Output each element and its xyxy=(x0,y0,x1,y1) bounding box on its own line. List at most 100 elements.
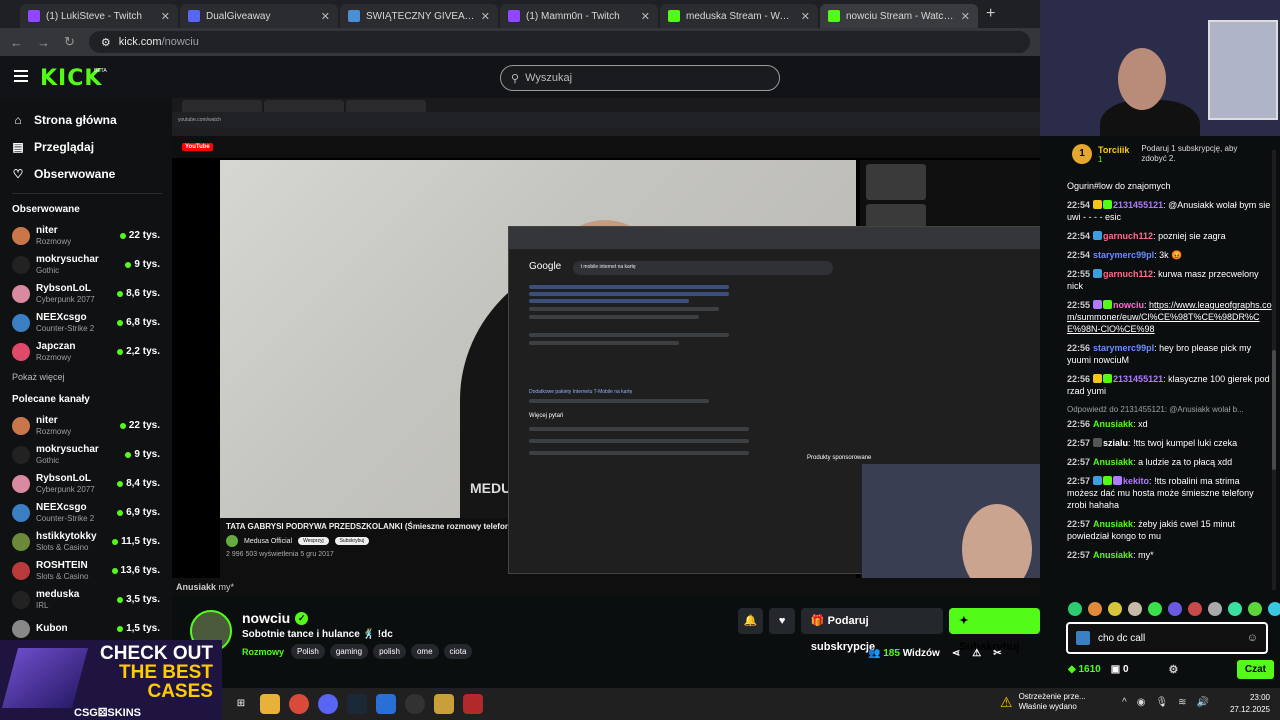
search-input[interactable]: ⚲ Wyszukaj xyxy=(500,65,780,91)
browser-tab[interactable]: (1) LukiSteve - Twitch ✕ xyxy=(20,4,178,28)
wifi-icon[interactable]: ≋ xyxy=(1178,697,1186,708)
channel-row[interactable]: ROSHTEIN Slots & Casino 13,6 tys. xyxy=(12,556,160,585)
channel-row[interactable]: niter Rozmowy 22 tys. xyxy=(12,411,160,440)
stream-tag[interactable]: ome xyxy=(410,644,439,659)
sidebar-nav-item[interactable]: ▤ Przeglądaj xyxy=(12,133,172,160)
follow-heart-button[interactable]: ♥ xyxy=(769,608,795,634)
close-tab-icon[interactable]: ✕ xyxy=(481,10,490,23)
video-player[interactable]: youtube.com/watch YouTube MEDUSA TATA GA… xyxy=(172,98,1040,596)
message-username[interactable]: Anusiakk xyxy=(1093,457,1133,467)
message-username[interactable]: 2131455121 xyxy=(1113,200,1163,210)
message-username[interactable]: starymerc99pl xyxy=(1093,343,1154,353)
channel-row[interactable]: hstikkytokky Slots & Casino 11,5 tys. xyxy=(12,527,160,556)
emote-icon[interactable] xyxy=(1168,602,1182,616)
message-username[interactable]: garnuch112 xyxy=(1103,231,1153,241)
channel-row[interactable]: RybsonLoL Cyberpunk 2077 8,6 tys. xyxy=(12,279,160,308)
sidebar-nav-item[interactable]: ⌂ Strona główna xyxy=(12,106,172,133)
emote-icon[interactable] xyxy=(1108,602,1122,616)
emote-icon[interactable] xyxy=(1188,602,1202,616)
back-icon[interactable]: ← xyxy=(10,35,23,50)
message-username[interactable]: kekito xyxy=(1123,476,1149,486)
message-username[interactable]: starymerc99pl xyxy=(1093,250,1154,260)
mic-icon[interactable]: 🎙 xyxy=(1155,697,1168,708)
csgoskins-ad[interactable]: CHECK OUT THE BEST CASES CSG⚄SKINS xyxy=(0,640,222,720)
browser-tab[interactable]: (1) Mamm0n - Twitch ✕ xyxy=(500,4,658,28)
chat-send-button[interactable]: Czat xyxy=(1236,659,1274,679)
windows-start-icon[interactable]: ⊞ xyxy=(231,694,251,714)
channel-row[interactable]: mokrysuchar Gothic 9 tys. xyxy=(12,250,160,279)
stream-category[interactable]: Rozmowy xyxy=(242,647,284,657)
network-icon[interactable]: ◉ xyxy=(1137,697,1146,708)
channel-name[interactable]: nowciu xyxy=(242,610,290,626)
reload-icon[interactable]: ↻ xyxy=(64,34,75,50)
gear-icon[interactable]: ⚙ xyxy=(1169,663,1179,676)
channel-row[interactable]: NEEXcsgo Counter-Strike 2 6,9 tys. xyxy=(12,498,160,527)
chat-scrollbar[interactable] xyxy=(1272,150,1276,590)
share-icon[interactable]: ⋖ xyxy=(952,648,960,659)
message-username[interactable]: garnuch112 xyxy=(1103,269,1153,279)
shield-app-icon[interactable] xyxy=(463,694,483,714)
close-tab-icon[interactable]: ✕ xyxy=(801,10,810,23)
emote-icon[interactable] xyxy=(1128,602,1142,616)
channel-row[interactable]: niter Rozmowy 22 tys. xyxy=(12,221,160,250)
menu-icon[interactable] xyxy=(14,70,28,82)
message-username[interactable]: Anusiakk xyxy=(1093,519,1133,529)
forward-icon[interactable]: → xyxy=(37,35,50,50)
subscribe-button[interactable]: ✦ Subskrybuj xyxy=(949,608,1040,653)
close-tab-icon[interactable]: ✕ xyxy=(321,10,330,23)
game-icon[interactable] xyxy=(434,694,454,714)
chrome-icon[interactable] xyxy=(289,694,309,714)
emote-icon[interactable] xyxy=(1268,602,1280,616)
close-tab-icon[interactable]: ✕ xyxy=(641,10,650,23)
channel-row[interactable]: Japczan Rozmowy 2,2 tys. xyxy=(12,337,160,366)
channel-points[interactable]: ◆ 1610 xyxy=(1068,664,1101,675)
site-info-icon[interactable]: ⚙ xyxy=(101,36,111,49)
emoji-icon[interactable]: ☺ xyxy=(1247,632,1258,644)
channel-row[interactable]: NEEXcsgo Counter-Strike 2 6,8 tys. xyxy=(12,308,160,337)
message-username[interactable]: 2131455121 xyxy=(1113,374,1163,384)
message-username[interactable]: nowciu xyxy=(1113,300,1144,310)
sidebar-nav-item[interactable]: ♡ Obserwowane xyxy=(12,160,172,187)
show-more-link[interactable]: Pokaż więcej xyxy=(12,372,172,382)
stream-tag[interactable]: polish xyxy=(373,644,406,659)
notification-bell-button[interactable]: 🔔 xyxy=(738,608,764,634)
emote-icon[interactable] xyxy=(1068,602,1082,616)
warning-notification[interactable]: ⚠ Ostrzeżenie prze... Właśnie wydano xyxy=(1000,692,1086,712)
browser-tab[interactable]: meduska Stream - Watch Live o ✕ xyxy=(660,4,818,28)
close-tab-icon[interactable]: ✕ xyxy=(161,10,170,23)
emote-icon[interactable] xyxy=(1088,602,1102,616)
steam-icon[interactable] xyxy=(347,694,367,714)
chevron-up-icon[interactable]: ^ xyxy=(1122,697,1127,708)
channel-row[interactable]: meduska IRL 3,5 tys. xyxy=(12,585,160,614)
clip-icon[interactable]: ✂ xyxy=(993,648,1001,659)
discord-icon[interactable] xyxy=(318,694,338,714)
app-icon[interactable] xyxy=(376,694,396,714)
clock[interactable]: 23:00 27.12.2025 xyxy=(1230,692,1270,716)
browser-tab[interactable]: nowciu Stream - Watch Live on ✕ xyxy=(820,4,978,28)
url-input[interactable]: ⚙ kick.com/nowciu xyxy=(88,31,1030,53)
folder-icon[interactable] xyxy=(260,694,280,714)
emote-icon[interactable] xyxy=(1248,602,1262,616)
gift-subscription-button[interactable]: 🎁 Podaruj subskrypcje xyxy=(800,608,944,653)
stream-tag[interactable]: gaming xyxy=(329,644,369,659)
obs-icon[interactable] xyxy=(405,694,425,714)
stream-tag[interactable]: ciota xyxy=(443,644,473,659)
new-tab-button[interactable]: + xyxy=(986,5,995,23)
emote-icon[interactable] xyxy=(1208,602,1222,616)
chat-input[interactable]: cho dc call ☺ xyxy=(1066,622,1268,654)
emote-icon[interactable] xyxy=(1228,602,1242,616)
close-tab-icon[interactable]: ✕ xyxy=(961,10,970,23)
kick-emote-icon[interactable] xyxy=(1076,631,1090,645)
volume-icon[interactable]: 🔊 xyxy=(1197,697,1209,708)
emote-icon[interactable] xyxy=(1148,602,1162,616)
report-icon[interactable]: ⚠ xyxy=(972,648,981,659)
stream-tag[interactable]: Polish xyxy=(291,644,325,659)
channel-row[interactable]: mokrysuchar Gothic 9 tys. xyxy=(12,440,160,469)
browser-tab[interactable]: DualGiveaway ✕ xyxy=(180,4,338,28)
channel-row[interactable]: Kubon 1,5 tys. xyxy=(12,614,160,640)
message-username[interactable]: Anusiakk xyxy=(1093,419,1133,429)
message-username[interactable]: Anusiakk xyxy=(1093,550,1133,560)
browser-tab[interactable]: ŚWIĄTECZNY GIVEAWAY ✕ xyxy=(340,4,498,28)
message-username[interactable]: szialu xyxy=(1103,438,1128,448)
pinned-user[interactable]: Torciiik xyxy=(1098,145,1129,155)
